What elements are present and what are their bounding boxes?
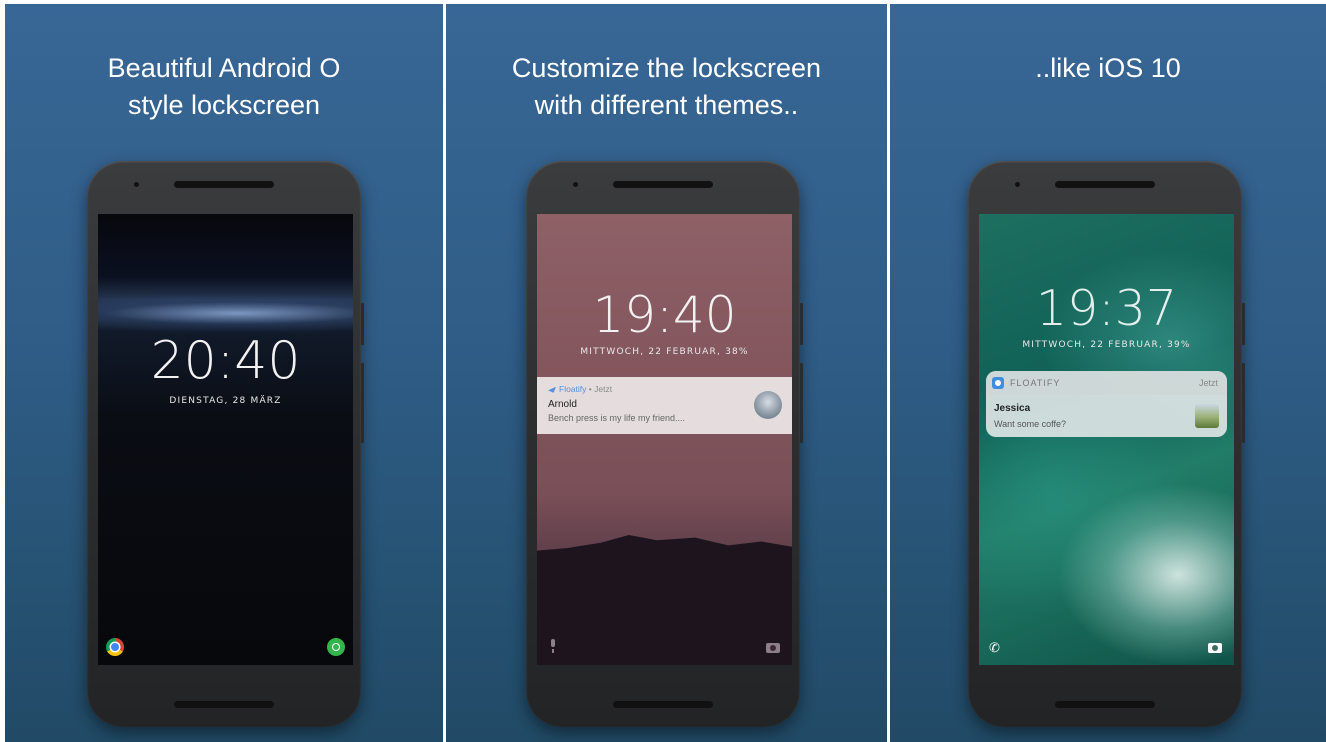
phone-icon[interactable]: ✆ [989, 641, 1003, 655]
lockscreen-clock: 19:40 [592, 286, 737, 344]
floatify-icon [548, 386, 556, 393]
notification-header: FLOATIFY Jetzt [986, 371, 1227, 395]
volume-button [800, 363, 803, 443]
phone-mockup: 19:40 MITTWOCH, 22 FEBRUAR, 38% Floatify… [526, 161, 803, 727]
bottom-speaker [1055, 701, 1155, 708]
whatsapp-icon[interactable] [327, 638, 345, 656]
front-camera [573, 182, 578, 187]
lockscreen[interactable]: 20:40 DIENSTAG, 28 MÄRZ [98, 214, 353, 665]
avatar [754, 391, 782, 419]
panel-title: Beautiful Android O style lockscreen [107, 53, 341, 120]
notification-text: Bench press is my life my friend.... [548, 413, 686, 423]
lockscreen-date: MITTWOCH, 22 FEBRUAR, 38% [580, 347, 749, 357]
notification-time: Jetzt [1198, 378, 1218, 388]
lockscreen[interactable]: 19:37 MITTWOCH, 22 FEBRUAR, 39% FLOATIFY… [979, 214, 1234, 665]
promo-panel-ios: ..like iOS 10 19:37 MITTWOCH, 22 FEBRUAR… [890, 4, 1326, 742]
promo-panel-themes: Customize the lockscreen with different … [446, 4, 887, 742]
mountain-silhouette [537, 535, 792, 665]
notification-thumbnail [1195, 404, 1219, 428]
chrome-icon[interactable] [106, 638, 124, 656]
notification-header: Floatify • Jetzt [548, 384, 612, 394]
notification-card[interactable]: FLOATIFY Jetzt Jessica Want some coffe? [986, 371, 1227, 437]
volume-button [361, 363, 364, 443]
camera-icon[interactable] [766, 643, 780, 653]
panel-title: Customize the lockscreen with different … [511, 53, 822, 120]
notification-text: Want some coffe? [994, 419, 1067, 429]
floatify-icon [992, 377, 1004, 389]
notification-app: Floatify [559, 384, 587, 394]
power-button [361, 303, 364, 345]
notification-card[interactable]: Floatify • Jetzt Arnold Bench press is m… [537, 377, 792, 434]
notification-time: Jetzt [594, 384, 613, 394]
notification-title: Jessica [994, 403, 1031, 414]
lockscreen-date: DIENSTAG, 28 MÄRZ [169, 396, 282, 406]
bottom-speaker [613, 701, 713, 708]
mic-icon[interactable] [549, 639, 557, 653]
power-button [1242, 303, 1245, 345]
lockscreen[interactable]: 19:40 MITTWOCH, 22 FEBRUAR, 38% Floatify… [537, 214, 792, 665]
front-camera [1015, 182, 1020, 187]
power-button [800, 303, 803, 345]
promo-panel-android-o: Beautiful Android O style lockscreen 20:… [5, 4, 443, 742]
bottom-speaker [174, 701, 274, 708]
volume-button [1242, 363, 1245, 443]
phone-mockup: 20:40 DIENSTAG, 28 MÄRZ [87, 161, 364, 727]
front-camera [134, 182, 139, 187]
lockscreen-clock: 19:37 [1035, 280, 1178, 337]
panel-title: ..like iOS 10 [1035, 53, 1181, 83]
earpiece-speaker [1055, 181, 1155, 188]
earpiece-speaker [613, 181, 713, 188]
camera-icon[interactable] [1208, 643, 1222, 653]
lockscreen-date: MITTWOCH, 22 FEBRUAR, 39% [1022, 340, 1191, 350]
lockscreen-clock: 20:40 [150, 331, 301, 391]
earpiece-speaker [174, 181, 274, 188]
notification-app: FLOATIFY [1010, 378, 1061, 388]
notification-title: Arnold [548, 399, 577, 410]
phone-mockup: 19:37 MITTWOCH, 22 FEBRUAR, 39% FLOATIFY… [968, 161, 1245, 727]
notification-separator: • [586, 384, 595, 394]
